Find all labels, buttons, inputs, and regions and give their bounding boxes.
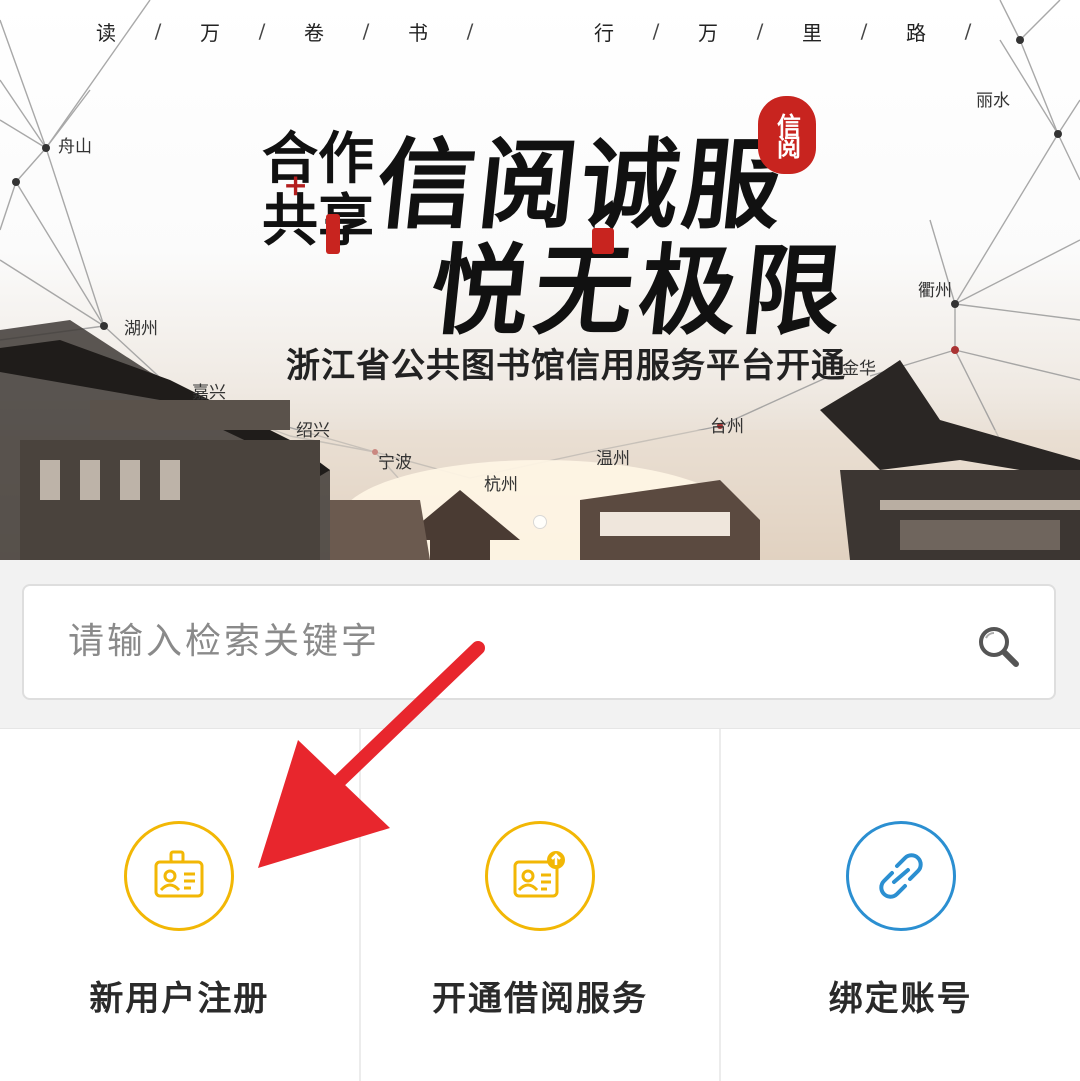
slogan-char: 行 [594,20,614,45]
banner-subtitle: 浙江省公共图书馆信用服务平台开通 [286,346,846,386]
city-label-huzhou: 湖州 [124,319,158,339]
slogan-divider: / [258,19,266,43]
bind-account-label: 绑定账号 [828,979,973,1019]
city-label-taizhou: 台州 [710,417,744,437]
city-label-lishui: 丽水 [976,91,1010,111]
search-placeholder: 请输入检索关键字 [68,621,381,662]
action-grid: 新用户注册 开通借阅服务 绑定账号 [0,728,1080,1081]
link-icon [845,821,956,931]
slogan-char: 万 [698,20,718,45]
slogan-divider: / [964,19,972,43]
coop-text-top: 合作 [262,126,374,192]
slogan-char: 读 [96,20,116,45]
search-input[interactable]: 请输入检索关键字 [22,584,1056,700]
city-label-hangzhou: 杭州 [484,475,518,495]
bind-account-button[interactable]: 绑定账号 [721,729,1080,1081]
open-borrow-service-label: 开通借阅服务 [432,979,648,1019]
slogan-divider: / [860,19,868,43]
slogan-divider: / [154,19,162,43]
coop-text-bottom: 共享 [262,188,374,254]
slogan-char: 路 [906,20,926,45]
id-card-upload-icon [485,821,595,931]
slogan-char: 万 [200,20,220,45]
red-seal-stamp: 信阅 [758,96,816,174]
city-label-ningbo: 宁波 [378,453,412,473]
city-label-zhoushan: 舟山 [58,137,92,157]
city-label-jinhua: 金华 [842,359,876,379]
slogan-divider: / [652,19,660,43]
promo-banner[interactable]: 读 / 万 / 卷 / 书 / 行 / 万 / 里 / 路 / 合作 + 共享 信阅诚服 悦无极… [0,0,1080,560]
city-label-jiaxing: 嘉兴 [192,383,226,403]
slogan-left: 读 / 万 / 卷 / 书 / [80,14,496,48]
open-borrow-service-button[interactable]: 开通借阅服务 [361,729,722,1081]
banner-title-line2: 悦无极限 [425,234,854,349]
city-label-shaoxing: 绍兴 [296,421,330,441]
slogan-divider: / [756,19,764,43]
slogan-right: 行 / 万 / 里 / 路 / [578,14,994,48]
small-seal-stamp [592,228,614,254]
small-seal-stamp [326,214,340,254]
search-icon[interactable] [974,622,1022,670]
slogan-char: 书 [408,20,428,45]
slogan-char: 里 [802,20,822,45]
search-section: 请输入检索关键字 [0,560,1080,728]
slogan-divider: / [362,19,370,43]
city-label-quzhou: 衢州 [918,281,952,301]
carousel-indicator-dot[interactable] [533,515,547,529]
city-label-wenzhou: 温州 [596,449,630,469]
id-card-lock-icon [124,821,235,931]
slogan-char: 卷 [304,20,324,45]
new-user-register-label: 新用户注册 [89,979,270,1019]
new-user-register-button[interactable]: 新用户注册 [0,729,361,1081]
slogan-divider: / [466,19,474,43]
